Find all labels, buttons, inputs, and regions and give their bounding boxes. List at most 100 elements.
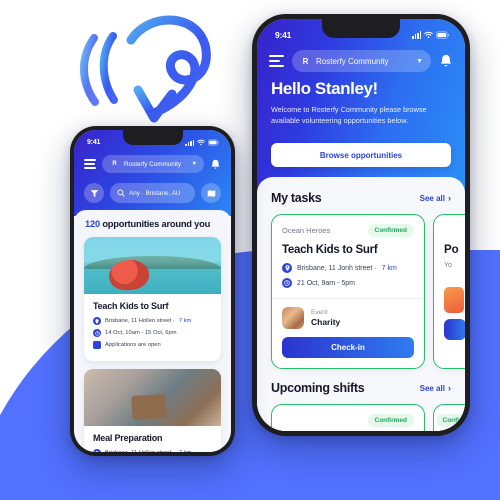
- application-status-icon: [93, 341, 101, 349]
- opportunity-status-row: Applications are open: [93, 341, 212, 349]
- task-org: Ocean Heroes: [282, 226, 331, 235]
- my-tasks-title: My tasks: [271, 191, 322, 205]
- status-badge: Confirmed: [367, 224, 414, 237]
- greeting-subtitle: Welcome to Rosterfy Community please bro…: [271, 105, 427, 126]
- opportunity-location-row: Brisbane, 11 Hollen street · 7 km: [93, 449, 212, 452]
- task-card[interactable]: Ocean Heroes Confirmed Teach Kids to Sur…: [271, 214, 425, 369]
- shift-card[interactable]: Confirmed: [271, 404, 425, 431]
- opportunity-status: Applications are open: [105, 342, 161, 348]
- status-badge: Confirmed: [367, 414, 414, 427]
- task-title: Teach Kids to Surf: [282, 244, 378, 256]
- task-time-row: 21 Oct, 9am - 5pm: [272, 278, 424, 293]
- event-name: Charity: [311, 317, 341, 327]
- content-sheet: My tasks See all › Ocean Heroes Confirme…: [257, 177, 465, 431]
- search-row: Any · Bristane, AU: [74, 180, 231, 206]
- opportunity-card[interactable]: Teach Kids to Surf Brisbane, 11 Hollen s…: [84, 237, 221, 361]
- surfing-photo: [84, 237, 221, 294]
- org-name: Rosterfy Community: [316, 56, 389, 66]
- upcoming-shifts-title: Upcoming shifts: [271, 381, 365, 395]
- bell-icon[interactable]: [210, 158, 221, 171]
- opportunity-distance: 7 km: [179, 450, 192, 452]
- bell-icon[interactable]: [439, 53, 453, 69]
- org-selector[interactable]: R Rosterfy Community ▼: [102, 155, 204, 173]
- task-distance: 7 km: [381, 264, 397, 272]
- small-app-bar: R Rosterfy Community ▼: [74, 151, 231, 177]
- check-in-button[interactable]: Check-in: [282, 337, 414, 358]
- search-input[interactable]: Any · Bristane, AU: [110, 183, 195, 203]
- results-count: 120: [85, 219, 100, 229]
- app-bar: R Rosterfy Community ▼: [257, 45, 465, 77]
- opportunity-time: 14 Oct, 10am - 15 Oct, 6pm: [105, 330, 177, 336]
- rosterfy-logo-icon: R: [302, 56, 309, 66]
- location-pin-icon: [93, 449, 101, 452]
- location-pin-icon: [282, 263, 292, 273]
- browse-opportunities-button[interactable]: Browse opportunities: [271, 143, 451, 167]
- task-subtitle: Yo: [444, 262, 452, 269]
- task-card[interactable]: . Po Yo: [433, 214, 465, 369]
- org-name: Rosterfy Community: [124, 160, 182, 168]
- opportunity-location: Brisbane, 11 Hollen street ·: [105, 450, 175, 452]
- upcoming-shifts-see-all[interactable]: See all ›: [420, 383, 451, 393]
- notch: [122, 130, 183, 145]
- upcoming-shifts-header: Upcoming shifts See all ›: [257, 381, 465, 395]
- hamburger-menu-icon[interactable]: [269, 55, 284, 67]
- search-query: Any · Bristane, AU: [129, 189, 181, 197]
- meal-preparation-photo: [84, 369, 221, 426]
- opportunity-title: Teach Kids to Surf: [93, 301, 169, 311]
- org-selector[interactable]: R Rosterfy Community ▼: [292, 50, 431, 72]
- battery-icon: [436, 30, 449, 39]
- chevron-down-icon: ▼: [416, 57, 423, 65]
- opportunity-card[interactable]: Meal Preparation Brisbane, 11 Hollen str…: [84, 369, 221, 452]
- small-phone-mockup: 9:41 R Rosterfy Community ▼ Any · Brista…: [70, 126, 235, 456]
- chevron-right-icon: ›: [448, 193, 451, 203]
- task-time: 21 Oct, 9am - 5pm: [297, 279, 355, 287]
- battery-icon: [208, 139, 219, 146]
- upcoming-shifts-card-row[interactable]: Confirmed Confirmed: [257, 404, 465, 431]
- notch: [322, 19, 400, 38]
- status-time: 9:41: [275, 29, 292, 40]
- see-all-label: See all: [419, 193, 445, 203]
- opportunity-distance: 7 km: [178, 318, 192, 324]
- greeting-title: Hello Stanley!: [271, 79, 378, 98]
- rosterfy-logo-icon: R: [112, 161, 117, 167]
- chevron-down-icon: ▼: [191, 161, 197, 167]
- chevron-right-icon: ›: [448, 383, 451, 393]
- task-location: Brisbane, 11 Jonh street ·: [297, 264, 377, 272]
- signal-bars-icon: [412, 31, 421, 39]
- location-pin-icon: [93, 317, 101, 325]
- curved-down-arrow-icon: [80, 15, 211, 123]
- results-sheet: 120 opportunities around you Teach Kids …: [74, 210, 231, 452]
- status-badge: Confirmed: [435, 414, 465, 427]
- opportunity-title: Meal Preparation: [93, 433, 163, 443]
- see-all-label: See all: [419, 383, 445, 393]
- shift-card[interactable]: Confirmed: [433, 404, 465, 431]
- clock-icon: [282, 278, 292, 288]
- search-icon: [117, 189, 125, 197]
- task-title: Po: [444, 244, 459, 256]
- check-in-button[interactable]: [444, 319, 465, 340]
- signal-bars-icon: [185, 139, 194, 146]
- results-count-label: opportunities around you: [102, 219, 211, 229]
- clock-icon: [93, 329, 101, 337]
- my-tasks-card-row[interactable]: Ocean Heroes Confirmed Teach Kids to Sur…: [257, 214, 465, 369]
- event-kind-label: Event: [311, 309, 328, 316]
- my-tasks-header: My tasks See all ›: [257, 191, 465, 205]
- wifi-icon: [424, 31, 433, 38]
- small-phone-screen: 9:41 R Rosterfy Community ▼ Any · Brista…: [74, 130, 231, 452]
- event-row: Event Charity: [272, 299, 424, 337]
- large-phone-screen: 9:41 R Rosterfy Community ▼ Hello Stanle…: [257, 19, 465, 431]
- event-thumbnail: [444, 287, 464, 313]
- map-icon[interactable]: [201, 183, 221, 203]
- opportunity-location-row: Brisbane, 11 Hollen street · 7 km: [93, 317, 212, 325]
- task-location-row: Brisbane, 11 Jonh street · 7 km: [272, 263, 424, 278]
- my-tasks-see-all[interactable]: See all ›: [420, 193, 451, 203]
- large-phone-mockup: 9:41 R Rosterfy Community ▼ Hello Stanle…: [252, 14, 470, 436]
- greeting-block: Hello Stanley! Welcome to Rosterfy Commu…: [271, 79, 451, 127]
- status-time: 9:41: [87, 139, 101, 146]
- event-thumbnail: [282, 307, 304, 329]
- results-count-line: 120 opportunities around you: [74, 219, 231, 237]
- wifi-icon: [197, 139, 205, 146]
- opportunity-time-row: 14 Oct, 10am - 15 Oct, 6pm: [93, 329, 212, 337]
- hamburger-menu-icon[interactable]: [84, 159, 96, 169]
- filter-funnel-icon[interactable]: [84, 183, 104, 203]
